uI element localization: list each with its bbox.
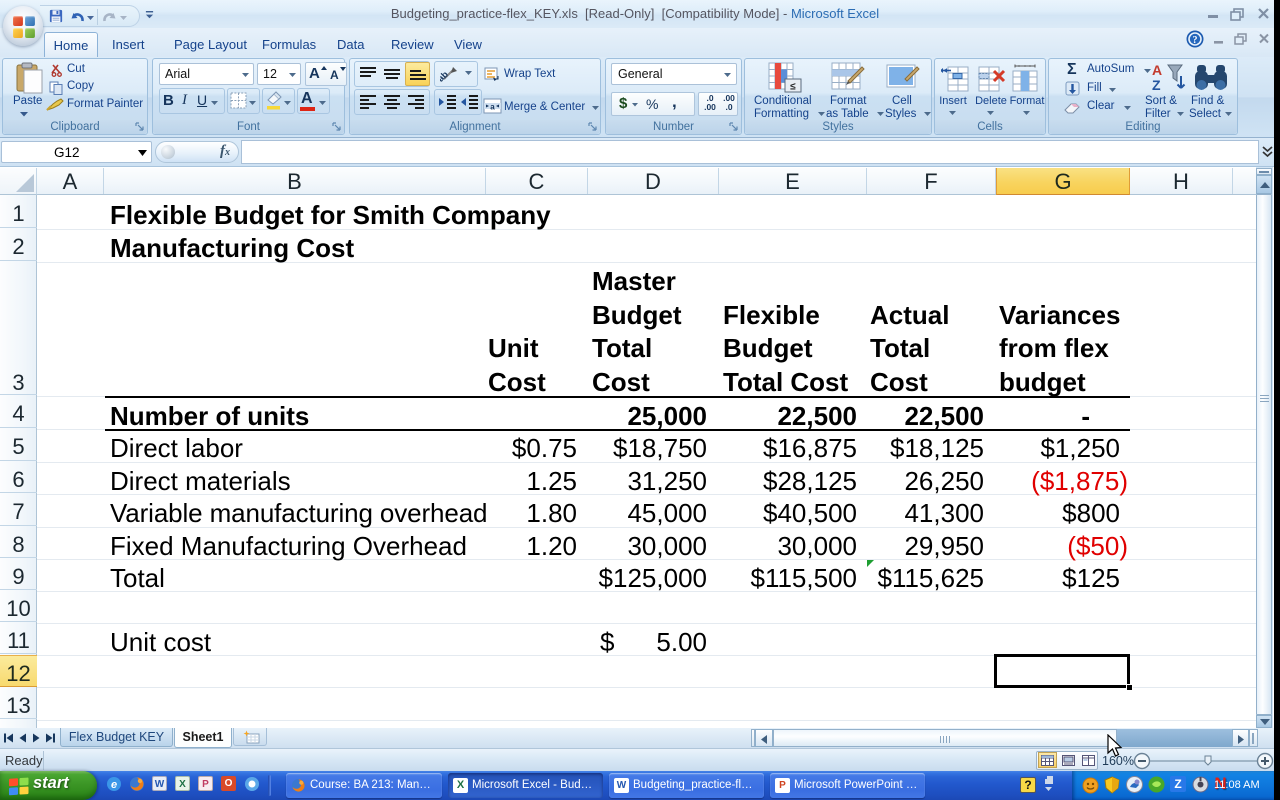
- svg-text:?: ?: [1193, 35, 1198, 46]
- svg-text:e: e: [111, 779, 117, 791]
- svg-text:a: a: [490, 103, 495, 112]
- svg-text:ab: ab: [440, 69, 450, 84]
- svg-text:A: A: [1152, 62, 1162, 78]
- svg-text:Z: Z: [1152, 77, 1161, 93]
- svg-text:≤: ≤: [790, 82, 796, 93]
